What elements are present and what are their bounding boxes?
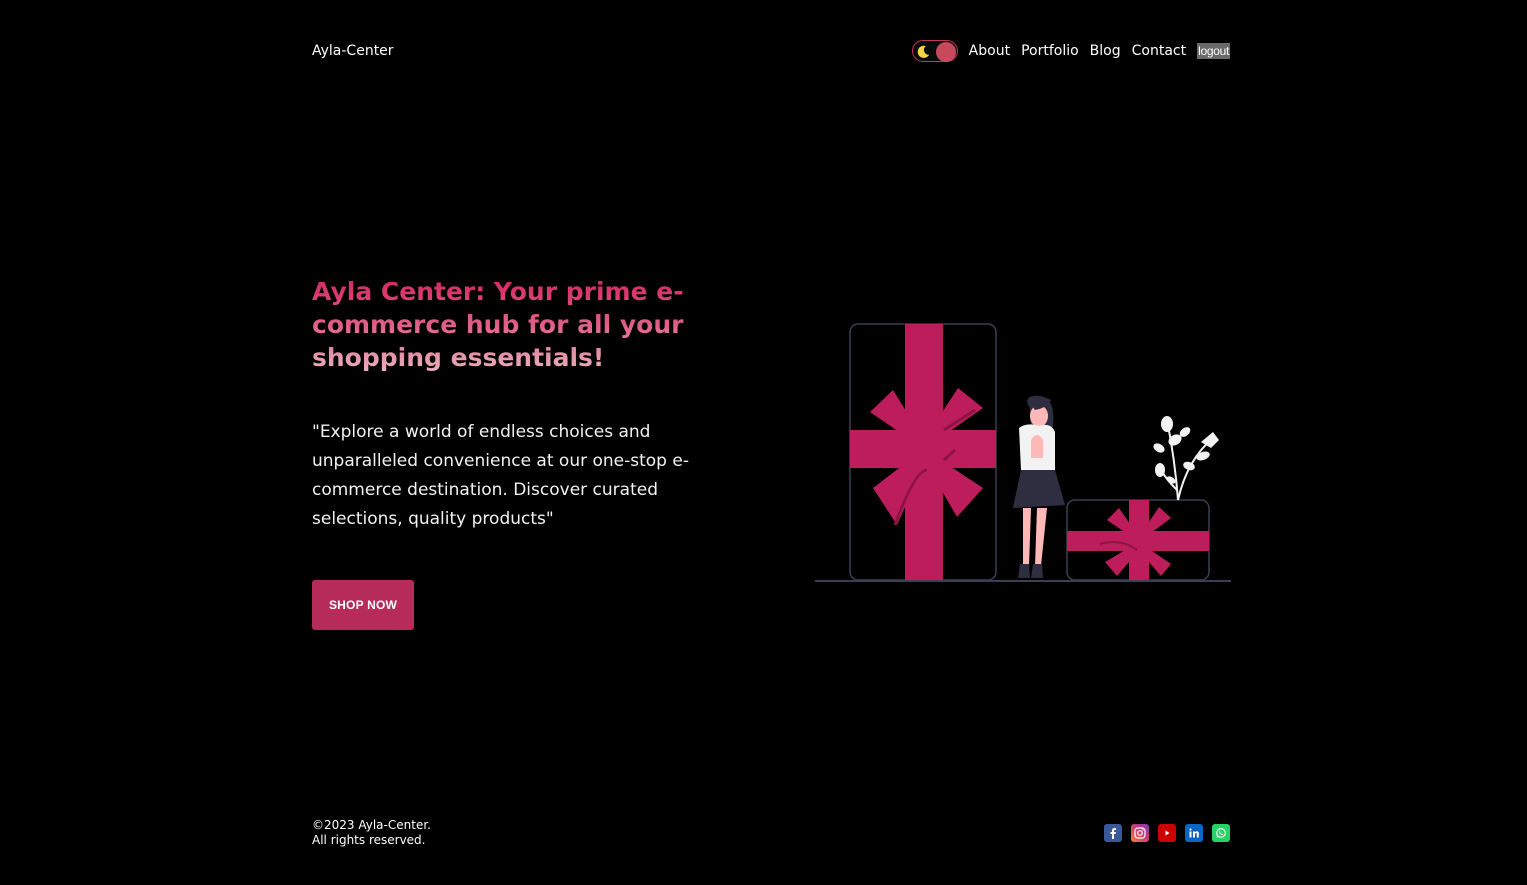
copyright-block: ©2023 Ayla-Center. All rights reserved. [312,818,431,848]
instagram-icon[interactable] [1131,824,1149,842]
rights-text: All rights reserved. [312,833,426,847]
whatsapp-icon[interactable] [1212,824,1230,842]
gift-boxes-woman-illustration [815,323,1231,582]
nav-portfolio[interactable]: Portfolio [1021,43,1079,59]
linkedin-icon[interactable] [1185,824,1203,842]
site-logo[interactable]: Ayla-Center [312,43,394,59]
nav-contact[interactable]: Contact [1132,43,1186,59]
youtube-icon[interactable] [1158,824,1176,842]
main-nav: About Portfolio Blog Contact logout [911,40,1230,62]
shop-now-button[interactable]: SHOP NOW [312,580,414,630]
logout-button[interactable]: logout [1197,43,1230,59]
hero-description: "Explore a world of endless choices and … [312,422,689,529]
copyright-text: ©2023 Ayla-Center. [312,818,431,832]
moon-icon [917,45,929,58]
site-header: Ayla-Center About Portfolio Blog Contact… [312,38,1230,64]
toggle-knob [935,41,956,62]
social-links [1104,824,1230,842]
nav-blog[interactable]: Blog [1090,43,1121,59]
page: Ayla-Center About Portfolio Blog Contact… [0,0,1527,885]
facebook-icon[interactable] [1104,824,1122,842]
nav-about[interactable]: About [969,43,1010,59]
theme-toggle[interactable] [911,40,958,62]
hero-title: Ayla Center: Your prime e-commerce hub f… [312,275,702,374]
